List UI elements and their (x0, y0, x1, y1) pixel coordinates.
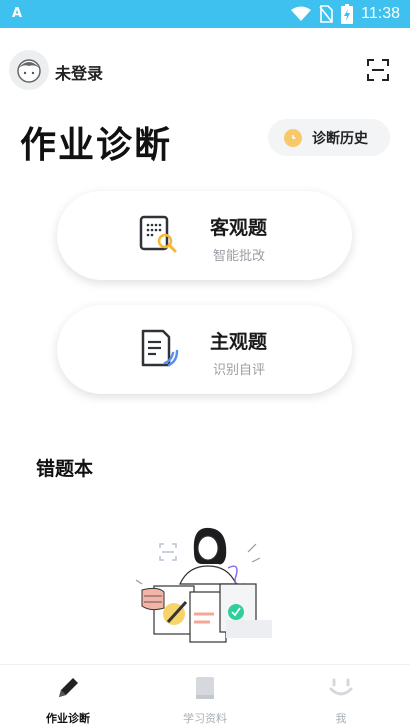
battery-charging-icon (341, 4, 354, 24)
tab-study-materials[interactable]: 学习资料 (145, 665, 265, 728)
subjective-questions-card[interactable]: 主观题 识别自评 (57, 305, 352, 394)
objective-sheet-search-icon (139, 215, 177, 253)
empty-state-illustration (135, 527, 272, 643)
wifi-icon (291, 6, 312, 21)
subjective-document-icon (141, 329, 179, 367)
diagnosis-history-button[interactable]: 诊断历史 (268, 119, 390, 156)
top-bar: 未登录 (0, 46, 410, 94)
subjective-card-subtitle: 识别自评 (213, 363, 266, 378)
avatar[interactable] (9, 50, 49, 90)
objective-questions-card[interactable]: 客观题 智能批改 (57, 191, 352, 280)
avatar-face-icon (17, 59, 41, 83)
tab-label: 作业诊断 (46, 712, 90, 725)
status-icons: 11:38 (291, 4, 400, 24)
notification-app-icon: A (12, 6, 23, 21)
scan-frame-icon[interactable] (366, 58, 390, 82)
pencil-icon (59, 678, 78, 697)
subjective-card-title: 主观题 (210, 331, 268, 353)
book-icon (196, 677, 214, 699)
history-button-label: 诊断历史 (312, 130, 368, 147)
clock-time: 11:38 (361, 5, 400, 22)
login-status-label[interactable]: 未登录 (55, 60, 103, 84)
page-title: 作业诊断 (20, 125, 173, 166)
objective-card-title: 客观题 (210, 217, 268, 239)
objective-card-subtitle: 智能批改 (213, 249, 266, 264)
tab-label: 我 (335, 712, 347, 725)
clock-icon (284, 128, 302, 147)
no-sim-icon (319, 5, 333, 23)
status-bar: A 11:38 (0, 0, 410, 28)
tab-homework-diagnosis[interactable]: 作业诊断 (8, 665, 128, 728)
bottom-tab-bar: 作业诊断 学习资料 我 (0, 664, 410, 728)
smiley-icon (329, 678, 353, 696)
tab-me[interactable]: 我 (281, 665, 401, 728)
tab-label: 学习资料 (183, 712, 227, 725)
wrong-question-book-title: 错题本 (36, 458, 94, 480)
